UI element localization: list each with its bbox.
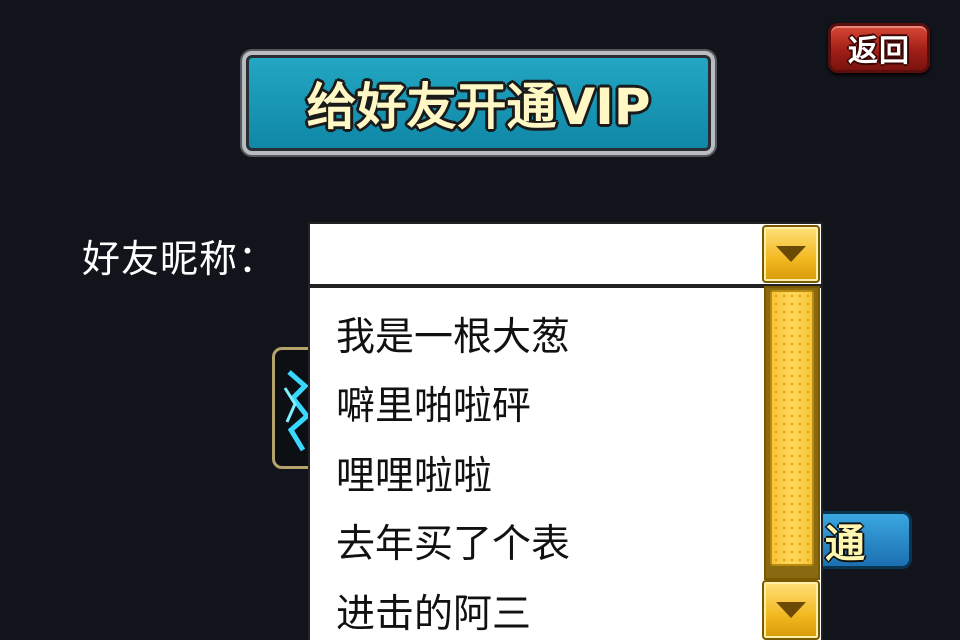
nickname-input[interactable]	[308, 222, 823, 286]
nickname-dropdown-list: 我是一根大葱 噼里啪啦砰 哩哩啦啦 去年买了个表 进击的阿三	[308, 286, 823, 640]
nickname-label: 好友昵称：	[82, 237, 278, 281]
triangle-down-icon	[776, 246, 806, 262]
triangle-down-icon	[776, 602, 806, 618]
dropdown-item[interactable]: 我是一根大葱	[336, 306, 570, 362]
back-button[interactable]: 返回	[828, 23, 930, 73]
dropdown-toggle-button[interactable]	[762, 225, 820, 283]
back-button-label: 返回	[848, 34, 910, 69]
page-title-banner: 给好友开通VIP	[242, 51, 715, 155]
dropdown-item[interactable]: 噼里啪啦砰	[336, 375, 531, 431]
dropdown-item[interactable]: 哩哩啦啦	[336, 445, 492, 501]
dropdown-item[interactable]: 进击的阿三	[336, 583, 531, 639]
lightning-icon	[283, 370, 311, 452]
dropdown-scrollbar[interactable]	[764, 286, 820, 580]
scroll-down-button[interactable]	[762, 580, 820, 640]
dropdown-item[interactable]: 去年买了个表	[336, 513, 570, 569]
page-title: 给好友开通VIP	[306, 78, 651, 136]
dropdown-scroll-thumb[interactable]	[770, 290, 814, 566]
open-vip-button-label: 通	[825, 521, 865, 567]
